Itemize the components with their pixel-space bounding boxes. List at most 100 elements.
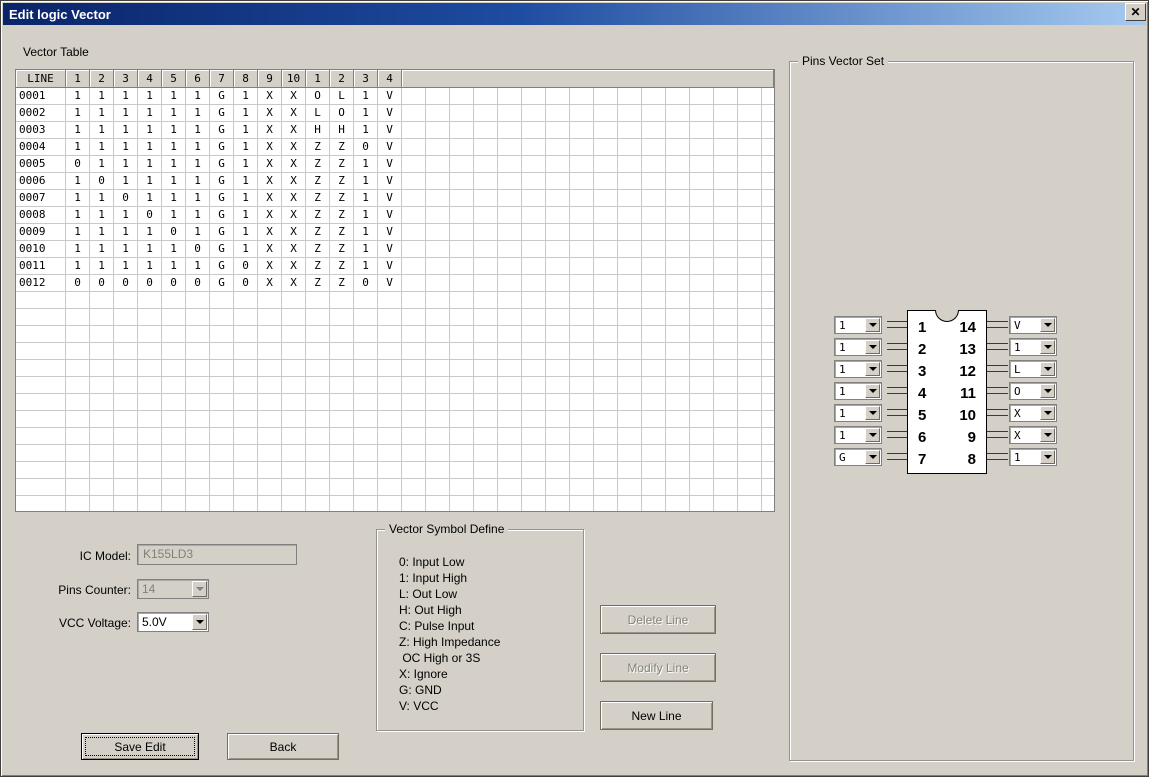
- vector-cell: [714, 343, 738, 360]
- pin-14-combo[interactable]: V: [1009, 316, 1057, 334]
- pin-4-combo[interactable]: 1: [834, 382, 882, 400]
- vector-cell: Z: [330, 173, 354, 190]
- vector-cell: [474, 173, 498, 190]
- pin-8-combo[interactable]: 1: [1009, 448, 1057, 466]
- vector-cell: [738, 326, 762, 343]
- vector-cell: [450, 377, 474, 394]
- chevron-down-icon[interactable]: [865, 340, 880, 354]
- vector-cell: [498, 275, 522, 292]
- chevron-down-icon[interactable]: [1040, 428, 1055, 442]
- vector-cell: [498, 139, 522, 156]
- vector-cell: [378, 445, 402, 462]
- vector-cell: [66, 360, 90, 377]
- chevron-down-icon[interactable]: [1040, 340, 1055, 354]
- table-row[interactable]: 0002 1 1 1 1 1 1 G 1 X X L O 1 V: [16, 105, 774, 122]
- vector-cell: [618, 309, 642, 326]
- table-row[interactable]: 0009 1 1 1 1 0 1 G 1 X X Z Z 1 V: [16, 224, 774, 241]
- table-row[interactable]: 0008 1 1 1 0 1 1 G 1 X X Z Z 1 V: [16, 207, 774, 224]
- table-row[interactable]: 0010 1 1 1 1 1 0 G 1 X X Z Z 1 V: [16, 241, 774, 258]
- arrow-down-glyph: [195, 587, 204, 595]
- vector-cell: [594, 343, 618, 360]
- chevron-down-icon[interactable]: [865, 384, 880, 398]
- pin-1-combo[interactable]: 1: [834, 316, 882, 334]
- vcc-voltage-combo[interactable]: 5.0V: [137, 612, 209, 632]
- new-line-button[interactable]: New Line: [600, 701, 713, 730]
- vector-cell: [618, 241, 642, 258]
- table-row[interactable]: 0001 1 1 1 1 1 1 G 1 X X O L 1 V: [16, 88, 774, 105]
- table-empty-row: [16, 462, 774, 479]
- table-empty-row: [16, 292, 774, 309]
- vector-cell: [258, 377, 282, 394]
- chevron-down-icon[interactable]: [865, 450, 880, 464]
- vector-cell: 1: [162, 173, 186, 190]
- pin-5-combo[interactable]: 1: [834, 404, 882, 422]
- chevron-down-icon[interactable]: [865, 318, 880, 332]
- pin-2-combo[interactable]: 1: [834, 338, 882, 356]
- pin-11-combo[interactable]: O: [1009, 382, 1057, 400]
- vector-cell: [282, 360, 306, 377]
- table-row[interactable]: 0004 1 1 1 1 1 1 G 1 X X Z Z 0 V: [16, 139, 774, 156]
- vector-cell: [762, 326, 774, 343]
- vector-cell: V: [378, 173, 402, 190]
- vector-cell: 1: [354, 122, 378, 139]
- pin-10-combo[interactable]: X: [1009, 404, 1057, 422]
- vector-cell: [546, 207, 570, 224]
- vector-cell: [690, 207, 714, 224]
- chevron-down-icon[interactable]: [1040, 406, 1055, 420]
- table-row[interactable]: 0012 0 0 0 0 0 0 G 0 X X Z Z 0 V: [16, 275, 774, 292]
- table-row[interactable]: 0007 1 1 0 1 1 1 G 1 X X Z Z 1 V: [16, 190, 774, 207]
- vector-cell: V: [378, 105, 402, 122]
- vector-cell: Z: [330, 190, 354, 207]
- vector-cell: [426, 496, 450, 511]
- chevron-down-icon[interactable]: [192, 614, 207, 630]
- save-edit-button[interactable]: Save Edit: [81, 733, 199, 760]
- table-row[interactable]: 0006 1 0 1 1 1 1 G 1 X X Z Z 1 V: [16, 173, 774, 190]
- vector-cell: [618, 377, 642, 394]
- table-row[interactable]: 0003 1 1 1 1 1 1 G 1 X X H H 1 V: [16, 122, 774, 139]
- close-button[interactable]: ✕: [1125, 3, 1146, 21]
- chevron-down-icon[interactable]: [865, 428, 880, 442]
- vector-cell: [66, 445, 90, 462]
- vector-cell: X: [282, 258, 306, 275]
- pin-12-combo[interactable]: L: [1009, 360, 1057, 378]
- vector-cell: [90, 411, 114, 428]
- vector-cell: [474, 394, 498, 411]
- vector-cell: [738, 156, 762, 173]
- chevron-down-icon[interactable]: [1040, 362, 1055, 376]
- vector-cell: 1: [234, 173, 258, 190]
- vector-cell: Z: [330, 241, 354, 258]
- vector-cell: [618, 292, 642, 309]
- vector-cell: 1: [66, 258, 90, 275]
- vector-cell: [714, 88, 738, 105]
- vector-cell: [306, 326, 330, 343]
- vector-cell: [642, 292, 666, 309]
- chevron-down-icon[interactable]: [865, 406, 880, 420]
- pin-6-combo[interactable]: 1: [834, 426, 882, 444]
- arrow-down-glyph: [868, 411, 877, 419]
- vector-cell: [258, 360, 282, 377]
- chevron-down-icon[interactable]: [1040, 384, 1055, 398]
- vector-cell: X: [258, 207, 282, 224]
- pin-7-combo[interactable]: G: [834, 448, 882, 466]
- vector-cell: [714, 241, 738, 258]
- vector-cell: [90, 326, 114, 343]
- vector-cell: [714, 224, 738, 241]
- pin-3-combo[interactable]: 1: [834, 360, 882, 378]
- vector-cell: [570, 428, 594, 445]
- chevron-down-icon[interactable]: [1040, 318, 1055, 332]
- title-bar[interactable]: Edit logic Vector: [3, 3, 1146, 25]
- vector-cell: Z: [330, 224, 354, 241]
- pin-9-combo[interactable]: X: [1009, 426, 1057, 444]
- table-row[interactable]: 0005 0 1 1 1 1 1 G 1 X X Z Z 1 V: [16, 156, 774, 173]
- chevron-down-icon[interactable]: [1040, 450, 1055, 464]
- vector-cell: [402, 309, 426, 326]
- table-row[interactable]: 0011 1 1 1 1 1 1 G 0 X X Z Z 1 V: [16, 258, 774, 275]
- symbol-define-line: H: Out High: [399, 603, 462, 617]
- chevron-down-icon[interactable]: [865, 362, 880, 376]
- back-button[interactable]: Back: [227, 733, 339, 760]
- pin-13-combo[interactable]: 1: [1009, 338, 1057, 356]
- vector-cell: [570, 445, 594, 462]
- vector-symbol-define-group: Vector Symbol Define 0: Input Low 1: Inpu…: [376, 522, 584, 731]
- vector-cell: 1: [90, 190, 114, 207]
- vector-cell: [762, 224, 774, 241]
